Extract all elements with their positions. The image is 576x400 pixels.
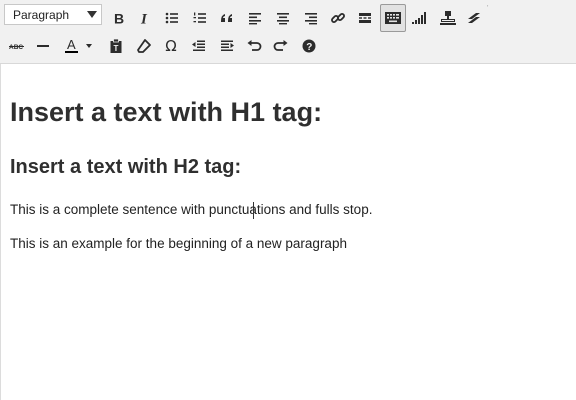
svg-text:?: ? [306,42,312,53]
toolbar-toggle-button[interactable] [380,4,406,32]
read-more-button[interactable] [352,4,378,32]
svg-text:A: A [67,37,76,52]
omega-icon: Ω [165,37,177,55]
outdent-button[interactable] [186,32,212,60]
align-right-button[interactable] [298,4,324,32]
undo-button[interactable] [241,32,267,60]
editor-content-area[interactable]: Insert a text with H1 tag: Insert a text… [10,64,566,400]
align-right-icon [305,13,317,25]
paragraph[interactable]: This is a complete sentence with punctua… [10,202,372,217]
svg-text:ABC: ABC [9,44,23,51]
link-icon [331,13,345,23]
numbered-list-button[interactable] [187,4,213,32]
undo-icon [247,40,262,51]
strikethrough-button[interactable]: ABC [4,32,30,60]
paragraph[interactable]: This is an example for the beginning of … [10,236,347,251]
svg-text:T: T [114,44,119,53]
numbered-list-icon [193,12,206,23]
editor-left-border [0,64,1,400]
bar-chart-icon [412,12,426,24]
bold-icon: B [114,11,124,27]
align-left-button[interactable] [242,4,268,32]
special-character-button[interactable]: Ω [158,32,184,60]
help-button[interactable]: ? [296,32,322,60]
plugin-button[interactable]: ʾ [461,4,489,32]
dropdown-tick-icon: ʾ [486,4,489,13]
indent-button[interactable] [214,32,240,60]
text-cursor [253,202,254,219]
clipboard-icon: T [110,38,122,53]
align-center-icon [277,13,289,25]
clear-formatting-button[interactable] [131,32,157,60]
toolbar-row-1: B I ʾ [0,4,576,32]
keyboard-icon [385,12,401,24]
italic-icon: I [140,12,148,27]
svg-text:B: B [114,11,124,27]
indent-icon [221,40,234,51]
signal-chart-button[interactable] [407,4,433,32]
text-color-icon: A [65,37,92,53]
strikethrough-icon: ABC [9,44,24,51]
lightning-icon [468,13,480,23]
editor-toolbar: Paragraph B I ʾ ABC A T Ω ? [0,0,576,64]
horizontal-line-icon [37,45,49,47]
text-color-button[interactable]: A [60,32,98,60]
insert-link-button[interactable] [325,4,351,32]
bullet-list-icon [165,12,178,24]
heading-1[interactable]: Insert a text with H1 tag: [10,97,322,128]
bold-button[interactable]: B [106,4,132,32]
blockquote-icon [221,14,232,22]
italic-button[interactable]: I [132,4,158,32]
read-more-icon [359,13,371,23]
toolbar-row-2: ABC A T Ω ? [0,32,576,60]
eraser-icon [137,39,151,53]
blockquote-button[interactable] [214,4,240,32]
redo-button[interactable] [268,32,294,60]
outdent-icon [192,40,205,51]
horizontal-line-button[interactable] [30,32,56,60]
align-center-button[interactable] [270,4,296,32]
paste-as-text-button[interactable]: T [103,32,129,60]
redo-icon [273,40,288,51]
stamp-button[interactable] [435,4,461,32]
align-left-icon [249,13,261,25]
bullet-list-button[interactable] [159,4,185,32]
heading-2[interactable]: Insert a text with H2 tag: [10,156,241,179]
help-icon: ? [302,39,316,53]
stamp-icon [440,11,456,25]
svg-text:I: I [140,12,148,27]
